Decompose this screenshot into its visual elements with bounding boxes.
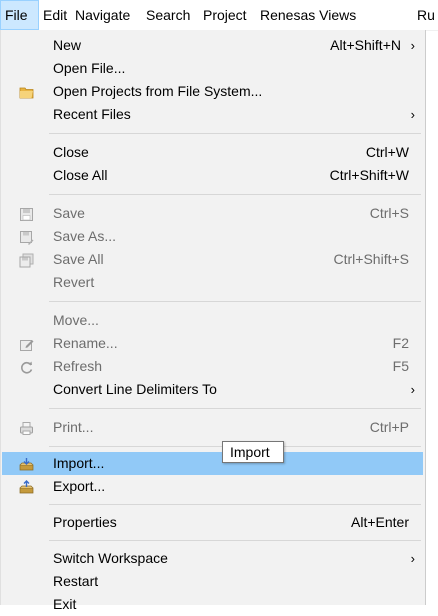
menu-separator: [49, 540, 421, 541]
submenu-arrow-icon: ›: [410, 382, 415, 397]
import-tooltip: Import: [222, 441, 284, 463]
menu-item-label: Refresh: [53, 358, 103, 374]
import-icon: [19, 456, 34, 471]
menu-item-shortcut: Ctrl+Shift+S: [333, 251, 409, 267]
menu-item-label: Switch Workspace: [53, 550, 168, 566]
menu-item-label: Convert Line Delimiters To: [53, 381, 217, 397]
submenu-arrow-icon: ›: [410, 38, 415, 53]
menu-item-close-all[interactable]: Close All Ctrl+Shift+W: [2, 164, 423, 187]
menu-item-close[interactable]: Close Ctrl+W: [2, 141, 423, 164]
menu-item-shortcut: Alt+Enter: [351, 514, 409, 530]
menu-item-save[interactable]: Save Ctrl+S: [2, 202, 423, 225]
menu-item-shortcut: Ctrl+W: [365, 144, 409, 160]
refresh-icon: [19, 359, 34, 374]
menu-separator: [49, 194, 421, 195]
menu-item-save-all[interactable]: Save All Ctrl+Shift+S: [2, 248, 423, 271]
menu-item-rename[interactable]: Rename... F2: [2, 332, 423, 355]
menu-item-export[interactable]: Export...: [2, 475, 423, 498]
menu-bar: File Edit Navigate Search Project Renesa…: [0, 0, 438, 31]
menu-item-label: Revert: [53, 274, 95, 290]
menu-item-switch-workspace[interactable]: Switch Workspace ›: [2, 547, 423, 570]
menu-item-recent-files[interactable]: Recent Files ›: [2, 103, 423, 126]
menu-item-convert-line-delimiters[interactable]: Convert Line Delimiters To ›: [2, 378, 423, 401]
menu-item-print[interactable]: Print... Ctrl+P: [2, 416, 423, 439]
menu-item-label: Close: [53, 144, 89, 160]
menubar-run[interactable]: Ru: [417, 0, 435, 30]
save-icon: [19, 206, 34, 221]
menu-item-shortcut: F5: [392, 358, 409, 374]
menu-item-label: Recent Files: [53, 106, 131, 122]
menu-item-label: Open Projects from File System...: [53, 83, 263, 99]
menu-item-import[interactable]: Import...: [2, 452, 423, 475]
menu-item-shortcut: F2: [392, 335, 409, 351]
menubar-search[interactable]: Search: [146, 0, 190, 30]
folder-icon: [19, 84, 34, 99]
menu-item-label: Save: [53, 205, 85, 221]
menu-item-move[interactable]: Move...: [2, 309, 423, 332]
menu-item-label: New: [53, 37, 82, 53]
printer-icon: [19, 420, 34, 435]
menu-item-refresh[interactable]: Refresh F5: [2, 355, 423, 378]
submenu-arrow-icon: ›: [410, 107, 415, 122]
menu-item-restart[interactable]: Restart: [2, 570, 423, 593]
menu-item-open-projects[interactable]: Open Projects from File System...: [2, 80, 423, 103]
menu-item-label: Move...: [53, 312, 99, 328]
menu-separator: [49, 504, 421, 505]
menu-item-shortcut: Ctrl+S: [369, 205, 409, 221]
menu-separator: [49, 133, 421, 134]
menu-item-label: Import...: [53, 455, 105, 471]
menubar-renesas-views[interactable]: Renesas Views: [260, 0, 356, 30]
menu-item-revert[interactable]: Revert: [2, 271, 423, 294]
menu-item-label: Properties: [53, 514, 117, 530]
menubar-project[interactable]: Project: [203, 0, 247, 30]
menu-item-open-file[interactable]: Open File...: [2, 57, 423, 80]
save-all-icon: [19, 252, 34, 268]
menu-item-label: Open File...: [53, 60, 126, 76]
menubar-file[interactable]: File: [0, 0, 39, 30]
menu-item-label: Save All: [53, 251, 104, 267]
file-menu: New Alt+Shift+N › Open File... Open Proj…: [0, 30, 426, 612]
menu-item-shortcut: Ctrl+P: [369, 419, 409, 435]
menubar-edit[interactable]: Edit: [43, 0, 67, 30]
submenu-arrow-icon: ›: [410, 551, 415, 566]
menubar-navigate[interactable]: Navigate: [75, 0, 130, 30]
menu-item-shortcut: Alt+Shift+N: [330, 37, 401, 53]
save-as-icon: [19, 229, 34, 245]
menu-separator: [49, 301, 421, 302]
menu-item-properties[interactable]: Properties Alt+Enter: [2, 511, 423, 534]
menu-item-label: Save As...: [53, 228, 117, 244]
menu-separator: [49, 408, 421, 409]
menu-item-new[interactable]: New Alt+Shift+N ›: [2, 34, 423, 57]
menu-item-label: Restart: [53, 573, 99, 589]
menu-item-shortcut: Ctrl+Shift+W: [329, 167, 409, 183]
menu-item-label: Export...: [53, 478, 106, 494]
export-icon: [19, 479, 34, 494]
rename-icon: [19, 336, 34, 351]
menu-item-label: Close All: [53, 167, 108, 183]
menu-item-save-as[interactable]: Save As...: [2, 225, 423, 248]
menu-item-label: Rename...: [53, 335, 118, 351]
menu-item-label: Print...: [53, 419, 94, 435]
